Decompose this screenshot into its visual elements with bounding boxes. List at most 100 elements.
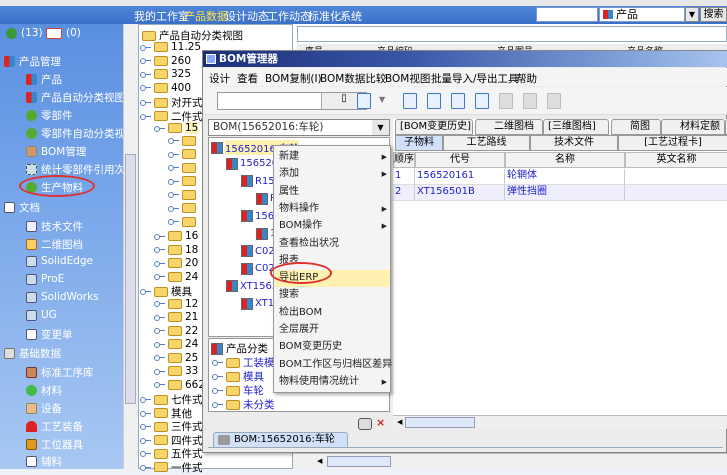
search-input[interactable]	[536, 7, 598, 22]
tab-process-card[interactable]: [工艺过程卡]	[618, 135, 727, 151]
sidebar-item-bom-management[interactable]: BOM管理	[26, 144, 86, 159]
context-menu-item[interactable]: BOM工作区与归档区差异	[275, 357, 392, 374]
expander-icon[interactable]	[140, 289, 151, 295]
expander-icon[interactable]	[154, 314, 165, 321]
expander-icon[interactable]	[168, 219, 179, 225]
bom-tree-node[interactable]: XT1	[241, 297, 274, 310]
menu-bom-compare[interactable]: BOM数据比较	[320, 71, 386, 86]
tree-node[interactable]: 325	[140, 68, 191, 80]
tree-node[interactable]	[168, 189, 199, 200]
sidebar-item-change-order[interactable]: 变更单	[26, 327, 73, 342]
copy-icon[interactable]	[403, 93, 417, 109]
dropdown-arrow-icon[interactable]: ▼	[379, 95, 385, 104]
tree-node[interactable]	[168, 203, 199, 213]
tree-node[interactable]: 20	[154, 257, 198, 269]
expander-icon[interactable]	[140, 100, 151, 106]
expander-icon[interactable]	[140, 85, 151, 91]
menu-bom-copy[interactable]: BOM复制(I)	[265, 71, 322, 86]
menu-batch-import-export[interactable]: 批量导入/导出工具	[431, 71, 519, 86]
expander-icon[interactable]	[154, 355, 165, 361]
expander-icon[interactable]	[140, 464, 151, 471]
category-node[interactable]: 未分类	[212, 397, 275, 412]
tree-node[interactable]: 662.	[154, 379, 208, 391]
sidebar-item-product[interactable]: 产品	[26, 72, 62, 87]
tree-node[interactable]: 25	[154, 352, 198, 364]
bom-select[interactable]: BOM(15652016:车轮)	[208, 119, 390, 136]
expander-icon[interactable]	[140, 451, 151, 457]
expander-icon[interactable]	[154, 247, 165, 253]
tree-node[interactable]: 33	[154, 365, 198, 377]
expander-icon[interactable]	[154, 341, 165, 348]
copy-icon-2[interactable]	[427, 93, 441, 109]
mail[interactable]: (0)	[46, 27, 81, 39]
sidebar-item-parts-auto-view[interactable]: 零部件自动分类视图	[26, 126, 136, 141]
tab-tech-files[interactable]: 技术文件	[530, 135, 618, 151]
sidebar-item-parts[interactable]: 零部件	[26, 108, 73, 123]
expander-icon[interactable]	[140, 58, 151, 64]
sidebar-item-standard-process-library[interactable]: 标准工序库	[26, 365, 94, 380]
tab-sketch[interactable]: 简图	[611, 119, 661, 135]
sidebar-item-2d-drawings[interactable]: 二维图档	[26, 237, 83, 252]
sidebar-scrollbar[interactable]	[123, 24, 137, 469]
expander-icon[interactable]	[168, 205, 179, 212]
scrollbar-thumb[interactable]	[405, 417, 475, 428]
context-menu-item[interactable]: BOM操作 ▶	[275, 218, 390, 235]
tab-material-quota[interactable]: 材料定额	[661, 119, 725, 135]
nav-standardization[interactable]: 标准化	[308, 8, 341, 24]
expander-icon[interactable]	[140, 113, 151, 120]
sidebar-group-documents[interactable]: 文档	[4, 200, 40, 215]
context-menu-item[interactable]: 全层展开	[275, 322, 390, 339]
tree-node[interactable]: 一件式	[140, 460, 203, 475]
expander-icon[interactable]	[140, 397, 151, 403]
tab-2d-drawings[interactable]: 二维图档	[475, 119, 543, 135]
scroll-left-icon[interactable]: ◀	[317, 457, 322, 465]
context-menu-item[interactable]: 属性	[275, 184, 390, 201]
sidebar-group-base-data[interactable]: 基础数据	[4, 346, 61, 361]
scrollbar-thumb[interactable]	[327, 456, 391, 467]
sidebar-item-tooling[interactable]: 工艺装备	[26, 419, 83, 434]
expander-icon[interactable]	[168, 192, 179, 198]
tree-node[interactable]: 16	[154, 230, 198, 242]
menu-bom-view[interactable]: BOM视图	[385, 71, 430, 86]
copy-view-icon[interactable]	[357, 93, 371, 109]
expander-icon[interactable]	[140, 437, 151, 444]
main-horizontal-scrollbar[interactable]: ◀	[293, 453, 727, 469]
tree-node[interactable]: 21	[154, 311, 198, 323]
tree-node[interactable]	[168, 135, 199, 146]
sidebar-item-auxiliary-materials[interactable]: 辅料	[26, 454, 62, 469]
tree-node[interactable]: 22	[154, 325, 198, 337]
expander-icon[interactable]	[168, 178, 179, 185]
nav-product-data[interactable]: 产品数据	[184, 8, 228, 24]
bom-select-arrow[interactable]: ▼	[372, 120, 389, 135]
document-tab[interactable]: BOM:15652016:车轮	[213, 432, 348, 448]
document-icon[interactable]	[475, 93, 489, 109]
paste-icon[interactable]	[451, 93, 465, 109]
tree-node[interactable]	[168, 176, 199, 186]
category-node[interactable]: 模具	[212, 369, 264, 384]
column-header-code[interactable]: 代号	[415, 152, 505, 168]
tab-bom-change-history[interactable]: [BOM变更历史]	[395, 119, 473, 135]
tree-node[interactable]: 400	[140, 82, 191, 94]
nav-my-workspace[interactable]: 我的工作室	[134, 8, 189, 24]
expander-icon[interactable]	[154, 233, 165, 240]
expander-icon[interactable]	[140, 424, 151, 430]
horizontal-scrollbar[interactable]: ◀	[393, 415, 727, 429]
sidebar-item-solidedge[interactable]: SolidEdge	[26, 255, 93, 267]
scroll-left-icon[interactable]: ◀	[397, 418, 402, 426]
tree-node[interactable]	[168, 149, 199, 159]
menu-help[interactable]: 帮助	[516, 71, 537, 86]
context-menu-item[interactable]: 物料使用情况统计 ▶	[275, 374, 390, 391]
tree-node[interactable]: 18	[154, 244, 198, 256]
column-header-name[interactable]: 名称	[505, 152, 625, 168]
sidebar-group-product-management[interactable]: 产品管理	[4, 54, 61, 69]
sidebar-item-product-auto-view[interactable]: 产品自动分类视图	[26, 90, 125, 105]
sidebar-item-materials[interactable]: 材料	[26, 383, 62, 398]
sidebar-item-solidworks[interactable]: SolidWorks	[26, 291, 99, 303]
tab-sub-materials[interactable]: 子物料	[395, 135, 443, 151]
expander-icon[interactable]	[168, 138, 179, 144]
category-root[interactable]: 产品分类	[211, 341, 268, 356]
context-menu-item[interactable]: 新建 ▶	[275, 149, 390, 166]
expander-icon[interactable]	[140, 410, 151, 417]
sidebar-item-station-fixtures[interactable]: 工位器具	[26, 437, 83, 452]
context-menu-item[interactable]: 查看检出状况	[275, 236, 390, 253]
